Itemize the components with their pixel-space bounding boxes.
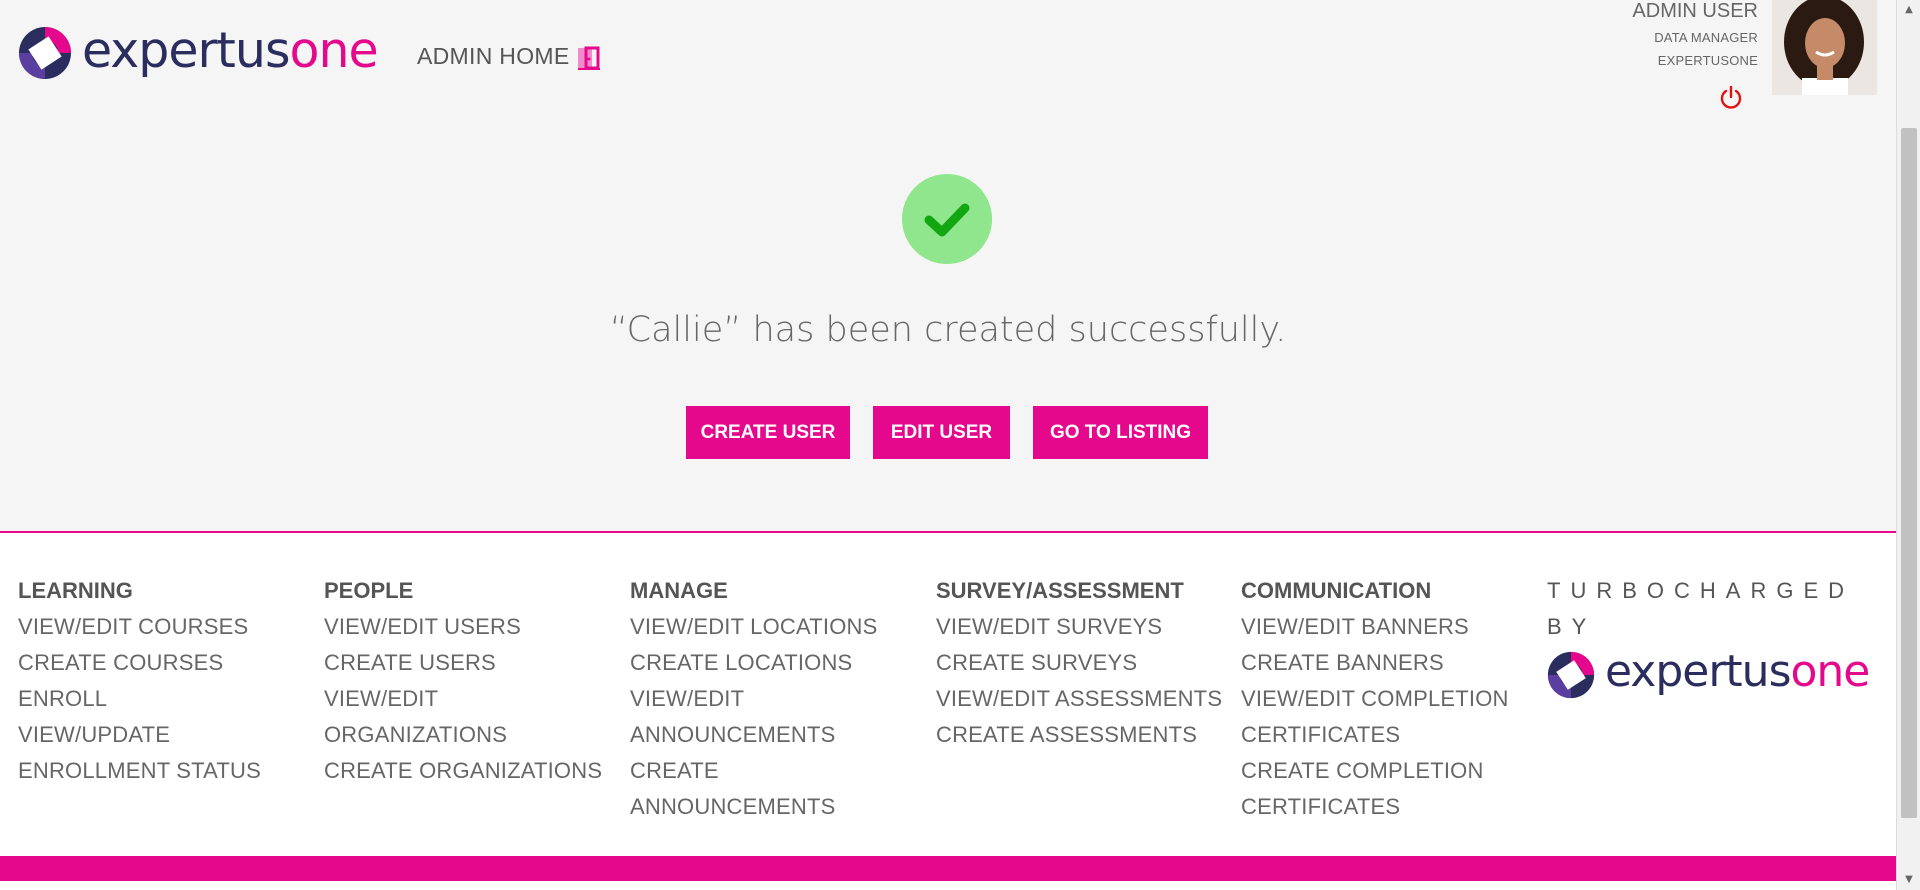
footer-link[interactable]: CREATE USERS [324,645,614,681]
bottom-strip [0,881,1896,890]
footer-column-title: LEARNING [18,578,133,603]
turbo-line-1: TURBOCHARGED [1547,578,1855,603]
header-logo[interactable]: expertusone [18,26,379,80]
door-icon[interactable] [576,44,604,70]
footer-link[interactable]: VIEW/EDIT [630,681,920,717]
footer-link[interactable]: CREATE COURSES [18,645,308,681]
footer-link[interactable]: VIEW/EDIT BANNERS [1241,609,1531,645]
logo-mark-icon [1547,651,1595,699]
footer-link[interactable]: VIEW/EDIT USERS [324,609,614,645]
footer-column-people: PEOPLE VIEW/EDIT USERS CREATE USERS VIEW… [324,573,614,789]
footer-link[interactable]: CREATE ORGANIZATIONS [324,753,614,789]
footer-link[interactable]: CREATE COMPLETION [1241,753,1531,789]
footer: LEARNING VIEW/EDIT COURSES CREATE COURSE… [0,531,1896,856]
create-user-button[interactable]: CREATE USER [686,406,850,459]
logo-text-expertus: expertus [1605,646,1791,697]
success-check-icon [902,174,992,264]
vertical-scrollbar[interactable]: ▲ ▼ [1896,0,1920,890]
footer-link[interactable]: CERTIFICATES [1241,717,1531,753]
logo-mark-icon [19,27,71,79]
footer-link[interactable]: ENROLL [18,681,308,717]
footer-link[interactable]: ORGANIZATIONS [324,717,614,753]
turbo-line-2: BY [1547,614,1597,639]
footer-link[interactable]: CERTIFICATES [1241,789,1531,825]
success-message: “Callie” has been created successfully. [609,310,1287,350]
user-name: ADMIN USER [1632,0,1758,22]
footer-link[interactable]: CREATE ANNOUNCEMENTS [630,753,920,825]
footer-link[interactable]: CREATE LOCATIONS [630,645,920,681]
footer-link[interactable]: VIEW/UPDATE [18,717,308,753]
footer-column-title: PEOPLE [324,578,414,603]
user-org: EXPERTUSONE [1657,53,1758,68]
footer-column-learning: LEARNING VIEW/EDIT COURSES CREATE COURSE… [18,573,308,789]
footer-link[interactable]: CREATE BANNERS [1241,645,1531,681]
turbocharged-by-label: TURBOCHARGED BY [1547,573,1847,645]
header: expertusone ADMIN HOME ADMIN USER DATA M… [0,0,1896,110]
avatar-photo [1772,0,1877,95]
footer-link[interactable]: VIEW/EDIT SURVEYS [936,609,1226,645]
footer-link[interactable]: VIEW/EDIT LOCATIONS [630,609,920,645]
footer-link[interactable]: ANNOUNCEMENTS [630,717,920,753]
scroll-thumb[interactable] [1901,128,1917,818]
footer-accent-bar [0,856,1896,881]
avatar[interactable] [1772,0,1877,95]
footer-link[interactable]: VIEW/EDIT COURSES [18,609,308,645]
footer-link[interactable]: CREATE ASSESSMENTS [936,717,1226,753]
logo-text-expertus: expertus [82,21,290,79]
footer-link[interactable]: CREATE SURVEYS [936,645,1226,681]
footer-column-title: MANAGE [630,578,728,603]
footer-column-survey-assessment: SURVEY/ASSESSMENT VIEW/EDIT SURVEYS CREA… [936,573,1226,753]
footer-link[interactable]: VIEW/EDIT [324,681,614,717]
footer-logo: expertusone [1547,650,1870,699]
logo-text-one: one [1790,646,1871,697]
scroll-up-arrow-icon[interactable]: ▲ [1897,0,1920,20]
footer-link[interactable]: ENROLLMENT STATUS [18,753,308,789]
user-role: DATA MANAGER [1654,30,1758,45]
admin-home-link[interactable]: ADMIN HOME [417,43,570,70]
logo-wordmark: expertusone [82,26,379,75]
power-icon[interactable] [1718,85,1744,111]
go-to-listing-button[interactable]: GO TO LISTING [1033,406,1208,459]
logo-text-one: one [289,21,378,79]
footer-column-title: SURVEY/ASSESSMENT [936,578,1184,603]
footer-column-communication: COMMUNICATION VIEW/EDIT BANNERS CREATE B… [1241,573,1531,825]
footer-column-manage: MANAGE VIEW/EDIT LOCATIONS CREATE LOCATI… [630,573,920,825]
scroll-down-arrow-icon[interactable]: ▼ [1897,870,1920,890]
footer-logo-wordmark: expertusone [1605,650,1870,694]
edit-user-button[interactable]: EDIT USER [873,406,1010,459]
footer-link[interactable]: VIEW/EDIT COMPLETION [1241,681,1531,717]
footer-column-title: COMMUNICATION [1241,578,1432,603]
user-info: ADMIN USER DATA MANAGER EXPERTUSONE [1632,0,1758,68]
footer-link[interactable]: VIEW/EDIT ASSESSMENTS [936,681,1226,717]
